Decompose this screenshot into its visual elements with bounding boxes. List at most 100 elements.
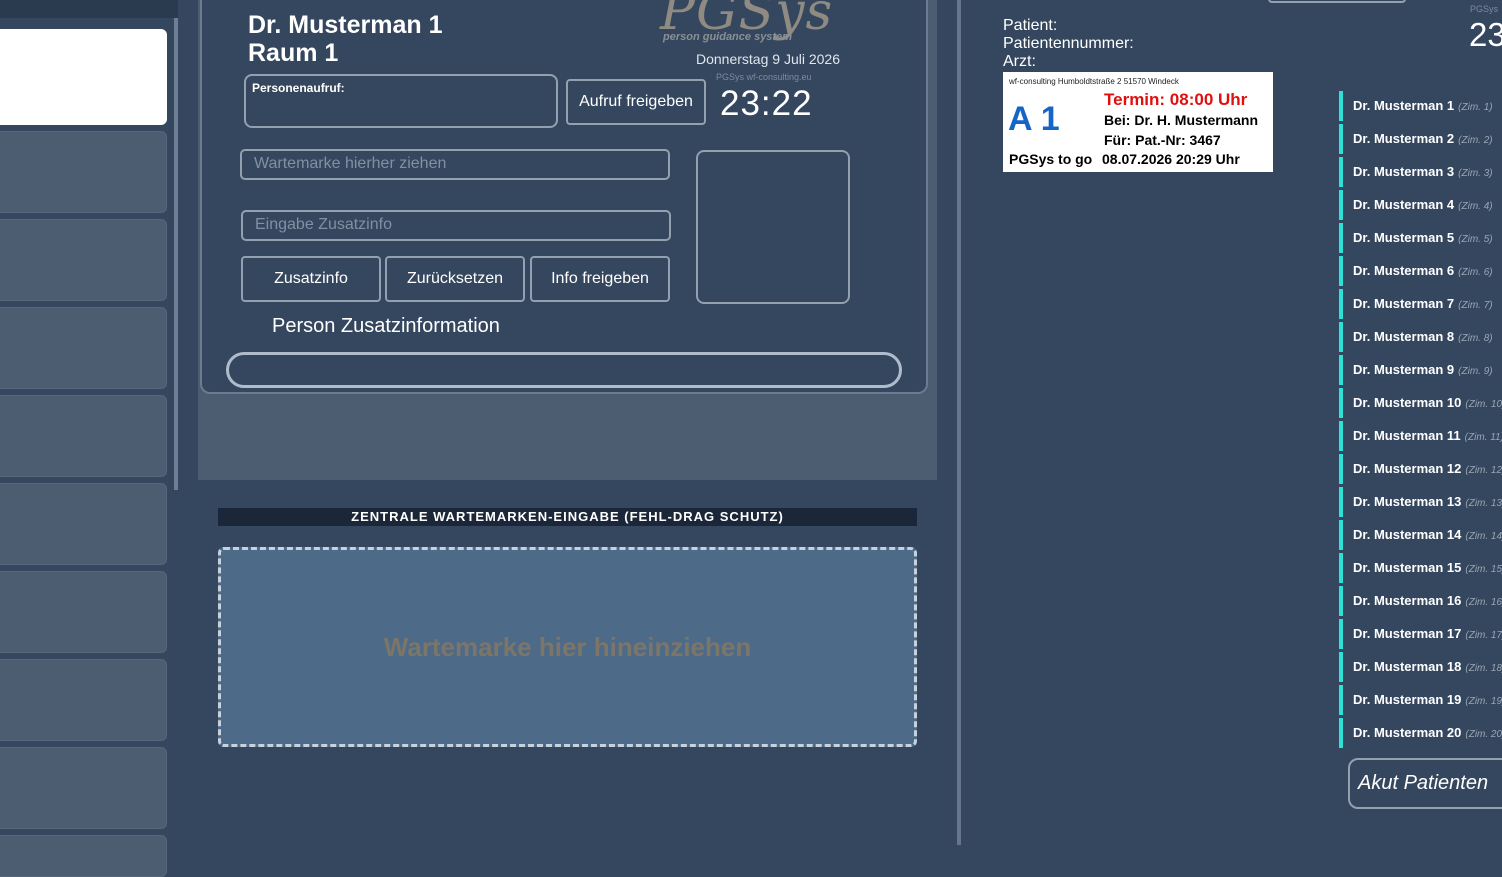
room-slot[interactable] (0, 835, 167, 877)
room-slot[interactable] (0, 483, 167, 565)
doctor-list-room: (Zim. 19) (1465, 696, 1502, 707)
doctor-list-name: Dr. Musterman 16 (1353, 593, 1462, 608)
doctor-list-item[interactable]: Dr. Musterman 12 (Zim. 12) (1339, 454, 1502, 484)
doctor-list-name: Dr. Musterman 2 (1353, 131, 1455, 146)
room-slot[interactable] (0, 659, 167, 741)
doctor-list-room: (Zim. 12) (1465, 465, 1502, 476)
doctor-list-name: Dr. Musterman 5 (1353, 230, 1455, 245)
doctor-list-room: (Zim. 5) (1458, 234, 1493, 245)
top-right-button[interactable] (1268, 0, 1406, 3)
doctor-list-item[interactable]: Dr. Musterman 20 (Zim. 20) (1339, 718, 1502, 748)
doctor-list-room: (Zim. 16) (1465, 597, 1502, 608)
clock: 23:22 (720, 84, 813, 123)
doctor-list-room: (Zim. 17) (1465, 630, 1502, 641)
room-slot[interactable] (0, 131, 167, 213)
extra-info-input[interactable]: Eingabe Zusatzinfo (241, 210, 671, 241)
doctor-list-name: Dr. Musterman 7 (1353, 296, 1455, 311)
central-drop-zone[interactable]: Wartemarke hier hineinziehen (218, 547, 917, 747)
doctor-list-item[interactable]: Dr. Musterman 13 (Zim. 13) (1339, 487, 1502, 517)
doctor-list-room: (Zim. 6) (1458, 267, 1493, 278)
doctor-list-name: Dr. Musterman 6 (1353, 263, 1455, 278)
room-slot[interactable] (0, 747, 167, 829)
credit-text: PGSys wf-consulting.eu (716, 72, 812, 82)
ticket-number: A 1 (1008, 100, 1060, 138)
doctor-name: Dr. Musterman 1 (248, 11, 443, 39)
ticket-patient: Für: Pat.-Nr: 3467 (1104, 132, 1221, 148)
doctor-list-room: (Zim. 7) (1458, 300, 1493, 311)
central-zone-heading: ZENTRALE WARTEMARKEN-EINGABE (FEHL-DRAG … (218, 508, 917, 526)
doctor-list-name: Dr. Musterman 1 (1353, 98, 1455, 113)
doctor-list-item[interactable]: Dr. Musterman 17 (Zim. 17) (1339, 619, 1502, 649)
doctor-list-item[interactable]: Dr. Musterman 10 (Zim. 10) (1339, 388, 1502, 418)
doctor-list-item[interactable]: Dr. Musterman 16 (Zim. 16) (1339, 586, 1502, 616)
doctor-list-item[interactable]: Dr. Musterman 2 (Zim. 2) (1339, 124, 1502, 154)
doctor-list-name: Dr. Musterman 11 (1353, 428, 1461, 443)
room-list-panel (0, 0, 178, 877)
doctor-list-room: (Zim. 9) (1458, 366, 1493, 377)
doctor-list-room: (Zim. 10) (1465, 399, 1502, 410)
doctor-list-item[interactable]: Dr. Musterman 1 (Zim. 1) (1339, 91, 1502, 121)
doctor-list-item[interactable]: Dr. Musterman 3 (Zim. 3) (1339, 157, 1502, 187)
patient-number-label: Patientennummer: (1003, 35, 1134, 52)
room-slot-active[interactable] (0, 29, 167, 125)
ticket-brand: PGSys to go (1009, 151, 1093, 167)
urgent-patients-button[interactable]: Akut Patienten (1348, 758, 1502, 809)
release-info-button[interactable]: Info freigeben (530, 256, 670, 302)
drop-zone-text: Wartemarke hier hineinziehen (383, 631, 752, 662)
extra-info-display (226, 352, 902, 388)
release-call-button[interactable]: Aufruf freigeben (566, 79, 706, 125)
person-call-label: Personenaufruf: (252, 81, 345, 95)
doctor-list-item[interactable]: Dr. Musterman 5 (Zim. 5) (1339, 223, 1502, 253)
current-date: Donnerstag 9 Juli 2026 (696, 51, 840, 67)
doctor-list-name: Dr. Musterman 8 (1353, 329, 1455, 344)
doctor-list-name: Dr. Musterman 15 (1353, 560, 1462, 575)
doctor-list-room: (Zim. 1) (1458, 102, 1493, 113)
room-slot[interactable] (0, 219, 167, 301)
doctor-list-item[interactable]: Dr. Musterman 18 (Zim. 18) (1339, 652, 1502, 682)
extra-info-button[interactable]: Zusatzinfo (241, 256, 381, 302)
doctor-list-name: Dr. Musterman 4 (1353, 197, 1455, 212)
doctor-list-room: (Zim. 2) (1458, 135, 1493, 146)
doctor-list-item[interactable]: Dr. Musterman 7 (Zim. 7) (1339, 289, 1502, 319)
doctor-list-name: Dr. Musterman 19 (1353, 692, 1462, 707)
room-slot[interactable] (0, 571, 167, 653)
doctor-list-item[interactable]: Dr. Musterman 19 (Zim. 19) (1339, 685, 1502, 715)
room-slot[interactable] (0, 395, 167, 477)
doctor-list-item[interactable]: Dr. Musterman 8 (Zim. 8) (1339, 322, 1502, 352)
doctor-list-room: (Zim. 8) (1458, 333, 1493, 344)
doctor-list-room: (Zim. 4) (1458, 201, 1493, 212)
logo-subtitle: person guidance system (663, 31, 792, 43)
doctor-list-room: (Zim. 13) (1465, 498, 1502, 509)
ticket-doctor: Bei: Dr. H. Mustermann (1104, 112, 1259, 128)
doctor-list-name: Dr. Musterman 17 (1353, 626, 1462, 641)
doctor-list-name: Dr. Musterman 14 (1353, 527, 1462, 542)
doctor-label: Arzt: (1003, 53, 1036, 70)
doctor-list-name: Dr. Musterman 12 (1353, 461, 1462, 476)
ticket-appointment: Termin: 08:00 Uhr (1104, 90, 1248, 109)
ticket-address: wf-consulting Humboldtstraße 2 51570 Win… (1009, 77, 1179, 86)
reset-button[interactable]: Zurücksetzen (385, 256, 525, 302)
person-call-box: Personenaufruf: (244, 74, 558, 128)
doctor-list-name: Dr. Musterman 20 (1353, 725, 1462, 740)
right-clock: 23 (1469, 16, 1502, 53)
doctor-list-item[interactable]: Dr. Musterman 4 (Zim. 4) (1339, 190, 1502, 220)
waiting-ticket[interactable]: wf-consulting Humboldtstraße 2 51570 Win… (1003, 72, 1273, 172)
doctor-list-room: (Zim. 3) (1458, 168, 1493, 179)
left-scrollbar[interactable] (174, 18, 178, 490)
doctor-list-item[interactable]: Dr. Musterman 6 (Zim. 6) (1339, 256, 1502, 286)
doctor-list-room: (Zim. 14) (1465, 531, 1502, 542)
info-heading: Person Zusatzinformation (272, 315, 500, 337)
doctor-list-item[interactable]: Dr. Musterman 9 (Zim. 9) (1339, 355, 1502, 385)
right-credit-text: PGSys (1470, 4, 1499, 14)
ticket-drop-field[interactable]: Wartemarke hierher ziehen (240, 149, 670, 180)
room-slot[interactable] (0, 307, 167, 389)
doctor-list-item[interactable]: Dr. Musterman 14 (Zim. 14) (1339, 520, 1502, 550)
ticket-datetime: 08.07.2026 20:29 Uhr (1102, 151, 1240, 167)
doctor-list-item[interactable]: Dr. Musterman 11 (Zim. 11) (1339, 421, 1502, 451)
room-name: Raum 1 (248, 39, 339, 67)
doctor-list-name: Dr. Musterman 3 (1353, 164, 1455, 179)
panel-divider (957, 0, 961, 845)
doctor-list-item[interactable]: Dr. Musterman 15 (Zim. 15) (1339, 553, 1502, 583)
patient-label: Patient: (1003, 17, 1058, 34)
doctor-list-room: (Zim. 11) (1464, 432, 1502, 443)
